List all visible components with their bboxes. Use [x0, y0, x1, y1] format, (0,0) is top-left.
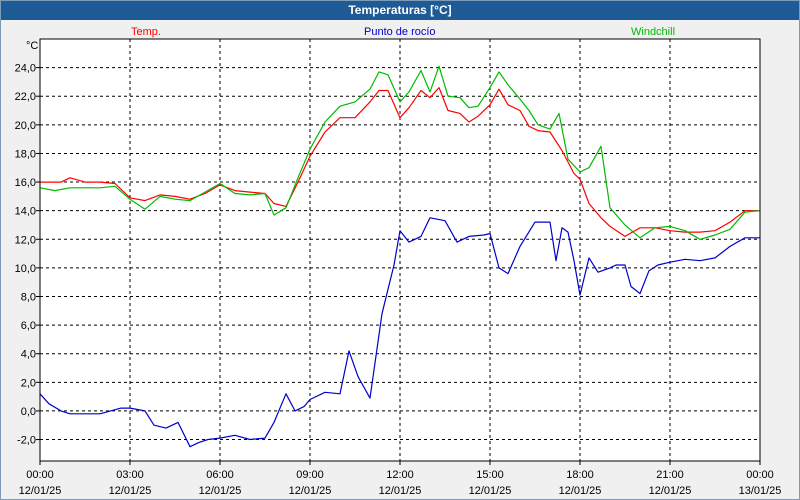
y-tick-label: 20,0 [15, 120, 36, 132]
y-tick-label: 4,0 [21, 349, 36, 361]
y-tick-label: 18,0 [15, 148, 36, 160]
y-tick-label: 14,0 [15, 206, 36, 218]
x-tick-label-time: 00:00 [746, 469, 774, 481]
x-tick-label-time: 18:00 [566, 469, 594, 481]
x-tick-label-date: 12/01/25 [199, 485, 242, 497]
x-tick-label-time: 15:00 [476, 469, 504, 481]
x-tick-label-date: 12/01/25 [379, 485, 422, 497]
x-tick-label-date: 12/01/25 [19, 485, 62, 497]
x-tick-label-time: 21:00 [656, 469, 684, 481]
x-tick-label-date: 13/01/25 [739, 485, 782, 497]
y-tick-label: 2,0 [21, 377, 36, 389]
x-tick-label-date: 12/01/25 [559, 485, 602, 497]
y-tick-label: 22,0 [15, 91, 36, 103]
y-tick-label: 24,0 [15, 63, 36, 75]
x-tick-label-time: 03:00 [116, 469, 144, 481]
x-tick-label-time: 00:00 [26, 469, 54, 481]
x-tick-label-time: 06:00 [206, 469, 234, 481]
x-tick-label-date: 12/01/25 [469, 485, 512, 497]
temperature-chart: 24,0 22,0 20,0 18,0 16,0 14,0 12,0 10,0 8,0 6,0 4,… [15, 38, 782, 497]
y-tick-label: 10,0 [15, 263, 36, 275]
y-tick-label: 12,0 [15, 234, 36, 246]
y-tick-label: 16,0 [15, 177, 36, 189]
y-tick-label: 8,0 [21, 291, 36, 303]
x-tick-label-time: 12:00 [386, 469, 414, 481]
y-axis-unit-label: °C [26, 40, 38, 52]
x-tick-label-date: 12/01/25 [289, 485, 332, 497]
x-tick-label-date: 12/01/25 [649, 485, 692, 497]
y-tick-label: 6,0 [21, 320, 36, 332]
y-tick-label: -2,0 [17, 435, 36, 447]
x-tick-label-date: 12/01/25 [109, 485, 152, 497]
y-tick-label: 0,0 [21, 406, 36, 418]
x-tick-label-time: 09:00 [296, 469, 324, 481]
